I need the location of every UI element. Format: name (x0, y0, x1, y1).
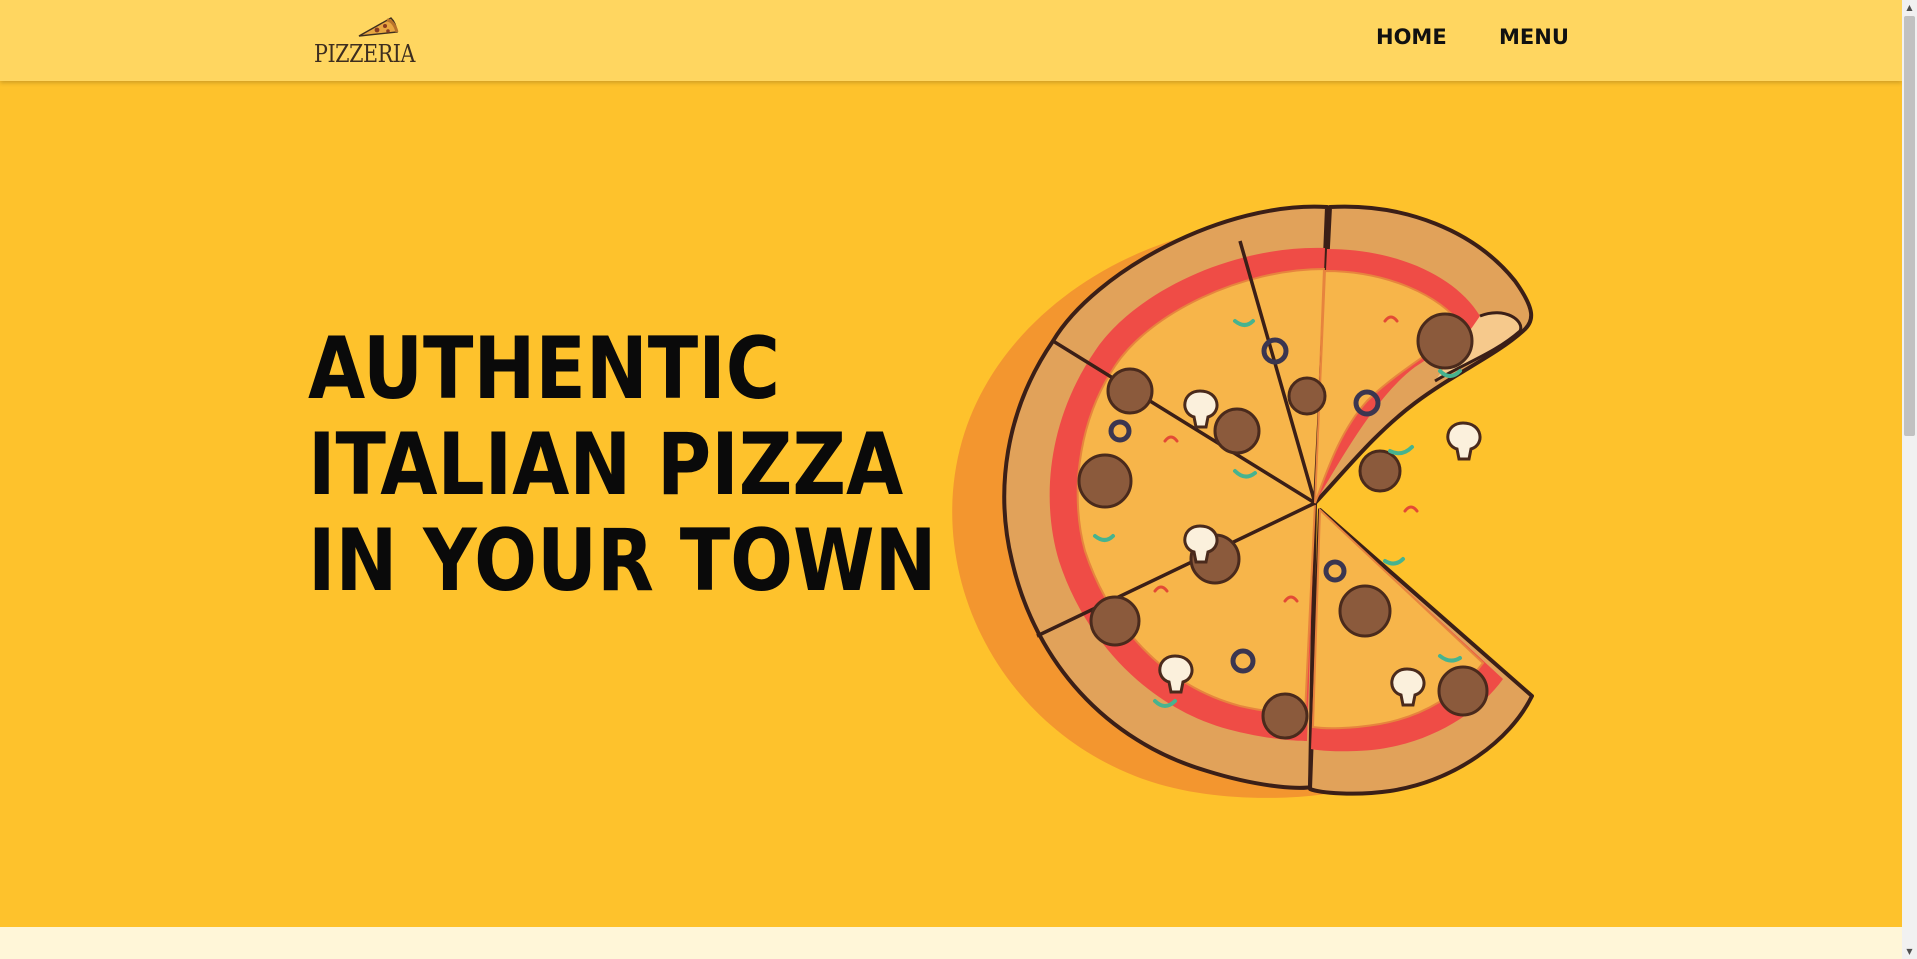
hero-section: AUTHENTIC ITALIAN PIZZA IN YOUR TOWN (0, 81, 1902, 927)
vertical-scrollbar[interactable]: ▲ ▼ (1902, 0, 1917, 959)
pizzeria-logo[interactable]: PIZZERIA (313, 14, 433, 68)
scroll-up-arrow-icon[interactable]: ▲ (1902, 0, 1917, 15)
hero-headline: AUTHENTIC ITALIAN PIZZA IN YOUR TOWN (308, 321, 937, 609)
logo-wordmark: PIZZERIA (314, 40, 415, 68)
headline-line-2: ITALIAN PIZZA (308, 415, 904, 515)
headline-line-1: AUTHENTIC (308, 319, 781, 419)
nav-menu-link[interactable]: MENU (1499, 25, 1569, 49)
navbar: PIZZERIA HOME MENU (0, 0, 1902, 81)
scroll-down-arrow-icon[interactable]: ▼ (1902, 944, 1917, 959)
headline-line-3: IN YOUR TOWN (308, 511, 937, 611)
pizza-illustration (952, 204, 1534, 798)
footer-strip (0, 927, 1902, 959)
scrollbar-thumb[interactable] (1904, 16, 1915, 436)
nav-home-link[interactable]: HOME (1376, 25, 1447, 49)
